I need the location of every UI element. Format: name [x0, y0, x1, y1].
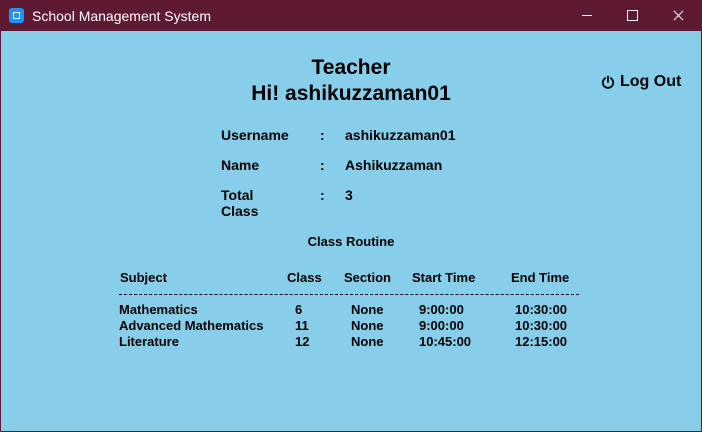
- cell-section: None: [351, 334, 384, 349]
- logout-label: Log Out: [620, 73, 682, 90]
- page-title: Teacher: [311, 56, 391, 79]
- total-class-label: Total Class: [221, 187, 259, 219]
- power-icon: [601, 75, 615, 89]
- cell-class: 12: [295, 334, 310, 349]
- column-header-subject: Subject: [120, 270, 167, 285]
- title-bar: School Management System: [0, 0, 702, 31]
- cell-subject: Advanced Mathematics: [119, 318, 264, 333]
- name-value: Ashikuzzaman: [345, 157, 443, 173]
- column-header-class: Class: [287, 270, 322, 285]
- logout-button[interactable]: Log Out: [601, 71, 681, 93]
- separator: :: [320, 157, 325, 173]
- close-button[interactable]: [655, 0, 701, 31]
- column-header-section: Section: [344, 270, 391, 285]
- main-content: Teacher Hi! ashikuzzaman01 Log Out Usern…: [1, 31, 701, 431]
- cell-subject: Mathematics: [119, 302, 198, 317]
- username-value: ashikuzzaman01: [345, 127, 456, 143]
- cell-start-time: 9:00:00: [419, 302, 464, 317]
- username-label: Username: [221, 127, 289, 143]
- separator: :: [320, 127, 325, 143]
- maximize-button[interactable]: [609, 0, 655, 31]
- cell-section: None: [351, 302, 384, 317]
- cell-section: None: [351, 318, 384, 333]
- minimize-button[interactable]: [564, 0, 610, 31]
- column-header-end-time: End Time: [511, 270, 570, 285]
- separator: :: [320, 187, 325, 203]
- app-icon: [9, 8, 24, 23]
- maximize-icon: [626, 10, 638, 21]
- cell-class: 6: [295, 302, 303, 317]
- cell-start-time: 9:00:00: [419, 318, 464, 333]
- cell-end-time: 10:30:00: [515, 302, 568, 317]
- cell-subject: Literature: [119, 334, 179, 349]
- cell-class: 11: [295, 318, 309, 333]
- cell-end-time: 12:15:00: [515, 334, 568, 349]
- greeting-text: Hi! ashikuzzaman01: [251, 82, 451, 105]
- cell-start-time: 10:45:00: [419, 334, 472, 349]
- close-icon: [672, 10, 684, 22]
- window-title: School Management System: [32, 8, 211, 24]
- name-label: Name: [221, 157, 260, 173]
- cell-end-time: 10:30:00: [515, 318, 568, 333]
- routine-title: Class Routine: [307, 234, 395, 249]
- minimize-icon: [582, 15, 592, 16]
- total-class-value: 3: [345, 187, 353, 203]
- column-header-start-time: Start Time: [412, 270, 476, 285]
- table-divider: [119, 294, 579, 295]
